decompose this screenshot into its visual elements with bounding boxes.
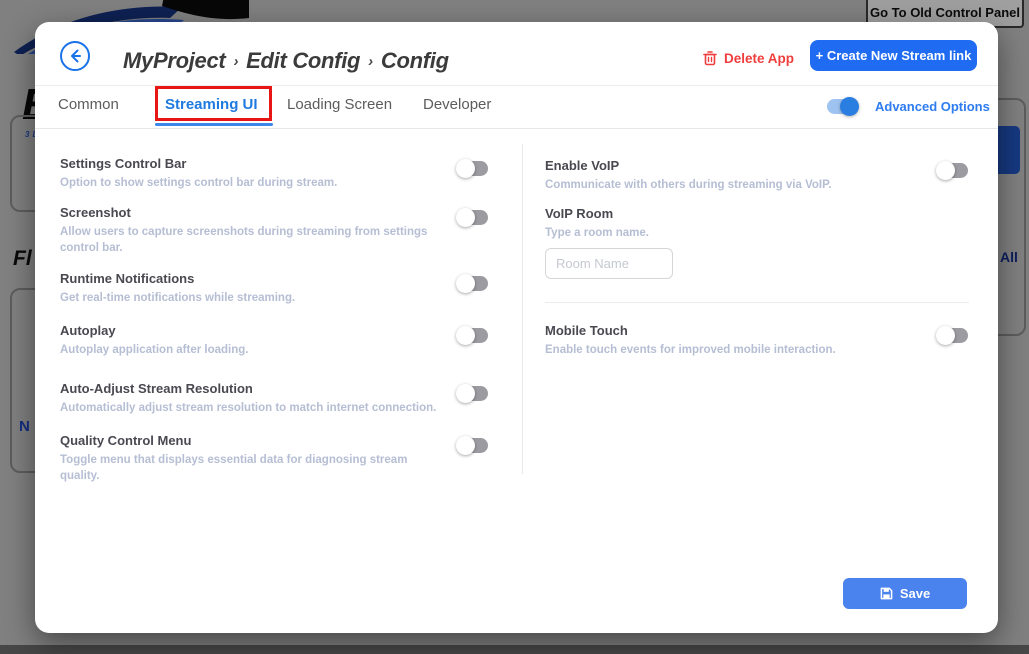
setting-title: Autoplay	[60, 323, 488, 338]
advanced-options-toggle[interactable]	[827, 99, 857, 114]
setting-description: Toggle menu that displays essential data…	[60, 452, 445, 484]
voip-room-hint: Type a room name.	[545, 225, 930, 241]
setting-row-auto-adjust-resolution: Auto-Adjust Stream Resolution Automatica…	[60, 381, 488, 416]
autoplay-toggle[interactable]	[458, 328, 488, 343]
tab-streaming-ui[interactable]: Streaming UI	[165, 96, 258, 113]
runtime-notifications-toggle[interactable]	[458, 276, 488, 291]
setting-title: Enable VoIP	[545, 158, 968, 173]
setting-description: Option to show settings control bar duri…	[60, 175, 445, 191]
setting-row-screenshot: Screenshot Allow users to capture screen…	[60, 205, 488, 256]
mobile-touch-toggle[interactable]	[938, 328, 968, 343]
toggle-knob	[456, 274, 475, 293]
tab-common[interactable]: Common	[58, 96, 119, 113]
setting-row-mobile-touch: Mobile Touch Enable touch events for imp…	[545, 323, 968, 358]
breadcrumb-edit-config: Edit Config	[246, 48, 360, 73]
toggle-knob	[456, 326, 475, 345]
toggle-knob	[936, 326, 955, 345]
setting-description: Automatically adjust stream resolution t…	[60, 400, 445, 416]
screen: E 3D Go To Old Control Panel Fl N All My…	[0, 0, 1029, 654]
setting-row-runtime-notifications: Runtime Notifications Get real-time noti…	[60, 271, 488, 306]
advanced-options-label: Advanced Options	[875, 99, 990, 114]
breadcrumb-project: MyProject	[123, 48, 225, 73]
settings-control-bar-toggle[interactable]	[458, 161, 488, 176]
breadcrumb: MyProject › Edit Config › Config	[123, 48, 449, 74]
toggle-knob	[840, 97, 859, 116]
right-column-divider	[545, 302, 969, 303]
setting-title: Mobile Touch	[545, 323, 968, 338]
quality-control-menu-toggle[interactable]	[458, 438, 488, 453]
column-divider	[522, 144, 523, 474]
toggle-knob	[456, 384, 475, 403]
setting-title: Quality Control Menu	[60, 433, 488, 448]
save-button[interactable]: Save	[843, 578, 967, 609]
save-floppy-icon	[880, 587, 893, 600]
auto-adjust-resolution-toggle[interactable]	[458, 386, 488, 401]
back-button[interactable]	[60, 41, 90, 71]
edit-config-modal: MyProject›Edit Config›Config Delete App …	[35, 22, 998, 633]
breadcrumb-separator: ›	[368, 53, 373, 70]
setting-row-settings-control-bar: Settings Control Bar Option to show sett…	[60, 156, 488, 191]
delete-app-button[interactable]: Delete App	[703, 50, 794, 66]
voip-room-input[interactable]	[545, 248, 673, 279]
setting-description: Allow users to capture screenshots durin…	[60, 224, 445, 256]
toggle-knob	[936, 161, 955, 180]
save-label: Save	[900, 586, 930, 601]
breadcrumb-config: Config	[381, 48, 449, 73]
setting-title: Settings Control Bar	[60, 156, 488, 171]
setting-description: Communicate with others during streaming…	[545, 177, 930, 193]
toggle-knob	[456, 159, 475, 178]
setting-title: Auto-Adjust Stream Resolution	[60, 381, 488, 396]
trash-icon	[703, 50, 717, 66]
enable-voip-toggle[interactable]	[938, 163, 968, 178]
screenshot-toggle[interactable]	[458, 210, 488, 225]
arrow-left-icon	[67, 48, 83, 64]
delete-app-label: Delete App	[724, 51, 794, 66]
active-tab-underline	[155, 123, 273, 126]
setting-description: Get real-time notifications while stream…	[60, 290, 445, 306]
setting-title: Screenshot	[60, 205, 488, 220]
setting-description: Enable touch events for improved mobile …	[545, 342, 930, 358]
setting-row-enable-voip: Enable VoIP Communicate with others duri…	[545, 158, 968, 193]
toggle-knob	[456, 208, 475, 227]
setting-title: Runtime Notifications	[60, 271, 488, 286]
setting-description: Autoplay application after loading.	[60, 342, 445, 358]
tabs-divider	[35, 128, 998, 129]
setting-row-quality-control-menu: Quality Control Menu Toggle menu that di…	[60, 433, 488, 484]
create-new-stream-link-button[interactable]: + Create New Stream link	[810, 40, 977, 71]
breadcrumb-separator: ›	[233, 53, 238, 70]
voip-room-title: VoIP Room	[545, 206, 930, 221]
header-divider	[35, 85, 998, 86]
tab-developer[interactable]: Developer	[423, 96, 491, 113]
tab-loading-screen[interactable]: Loading Screen	[287, 96, 392, 113]
toggle-knob	[456, 436, 475, 455]
voip-room-group: VoIP Room Type a room name.	[545, 206, 930, 279]
setting-row-autoplay: Autoplay Autoplay application after load…	[60, 323, 488, 358]
